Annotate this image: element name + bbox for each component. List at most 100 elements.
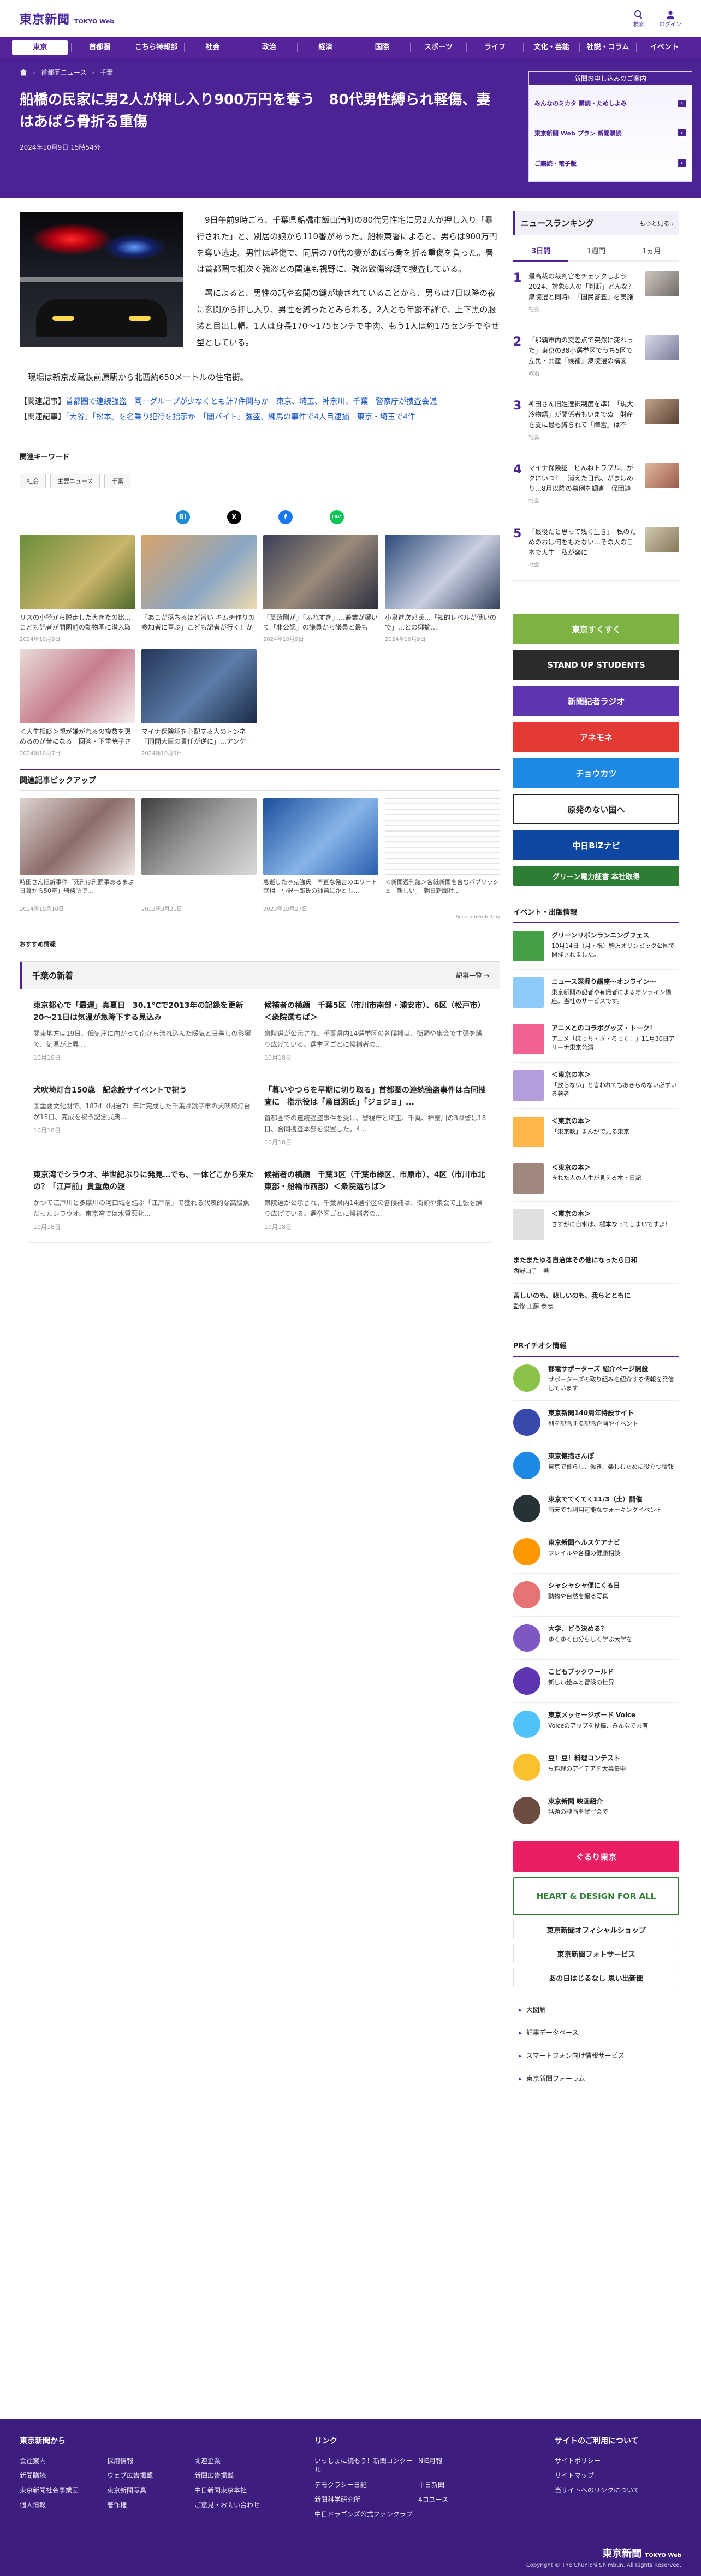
event-item[interactable]: またまたゆる自治体その他になったら日和 西野由子 著: [513, 1248, 679, 1284]
ranking-item[interactable]: 4 マイナ保険証 ピんねトラブル、がクにいつ？ 消えた日代、がまはめり…8月以降の…: [513, 453, 679, 517]
event-item[interactable]: ＜東京の本＞ 「東京教」まんがで見る東京: [513, 1109, 679, 1155]
pickup-card[interactable]: 2023年3月21日: [141, 798, 257, 912]
news-item[interactable]: 東京都心で「最遅」真夏日 30.1℃で2013年の記録を更新 20〜21日は気温…: [29, 989, 260, 1073]
ad-pill[interactable]: ›: [677, 129, 686, 137]
nav-item[interactable]: 社会: [184, 43, 240, 52]
footer-link[interactable]: 新聞科学研究所: [314, 2495, 418, 2504]
banner-genpatsu[interactable]: 原発のない国へ: [513, 794, 679, 824]
banner-photo-service[interactable]: 東京新聞フォトサービス: [513, 1944, 679, 1963]
event-item[interactable]: ＜東京の本＞ 「放らない」と言われてもあきらめない必ずいる著者: [513, 1063, 679, 1109]
sidebar-link[interactable]: 大図解: [513, 1998, 679, 2021]
banner-anemone[interactable]: アネモネ: [513, 722, 679, 752]
event-item[interactable]: グリーンリボンランニングフェス 10月14日（月・祝）駒沢オリンピック公園で開催さ…: [513, 923, 679, 970]
nav-item[interactable]: 経済: [297, 43, 353, 52]
nav-item[interactable]: こちら特報部: [127, 43, 184, 52]
nav-item[interactable]: 政治: [240, 43, 297, 52]
pr-item[interactable]: シャシャシャ便にくる日 動物や自然を撮る写真: [513, 1574, 679, 1617]
footer-link[interactable]: 会社案内: [20, 2456, 107, 2465]
keyword-tag[interactable]: 社会: [20, 474, 46, 488]
pr-item[interactable]: 東京新聞140周年特設サイト 列を記念する記念企画やイベント: [513, 1401, 679, 1444]
nav-item[interactable]: 文化・芸能: [522, 43, 579, 52]
footer-link[interactable]: ご意見・お問い合わせ: [194, 2500, 282, 2509]
related-card[interactable]: マイナ保険証を心配する人のトンネ「同開大臣の責任が逆に」…アンケートで続き発言 2…: [141, 649, 257, 757]
search-button[interactable]: 検索: [633, 10, 644, 28]
footer-link[interactable]: 中日ドラゴンズ公式ファンクラブ: [314, 2509, 418, 2519]
footer-link[interactable]: 中日新聞: [418, 2480, 522, 2489]
tab-1week[interactable]: 1週間: [568, 241, 624, 262]
news-item[interactable]: 「暮いやつらを早期に切り取る」首都圏の連続強盗事件は合同捜査に 指示役は「意目源…: [260, 1073, 491, 1158]
footer-link[interactable]: 当サイトへのリンクについて: [555, 2485, 640, 2495]
footer-link[interactable]: 個人情報: [20, 2500, 107, 2509]
facebook-share-icon[interactable]: f: [278, 510, 293, 524]
footer-link[interactable]: NIE月報: [418, 2456, 522, 2474]
ranking-item[interactable]: 2 「那覇市内の交差点で突然に変わった」東京の38小選挙区でうち5区で立民・共産「…: [513, 325, 679, 389]
keyword-tag[interactable]: 主要ニュース: [50, 474, 100, 488]
ranking-more[interactable]: もっと見る ›: [639, 219, 674, 228]
sidebar-link[interactable]: スマートフォン向け情報サービス: [513, 2044, 679, 2067]
ranking-item[interactable]: 1 最高裁の裁判官をチェックしよう2024、対象6人の「判断」どんな？ 衆院選と同…: [513, 262, 679, 325]
banner-memories[interactable]: あの日はじるなし 思い出新聞: [513, 1968, 679, 1987]
pr-item[interactable]: 東京新聞ヘルスケアナビ フレイルや各種の健康相談: [513, 1530, 679, 1574]
home-icon[interactable]: [20, 69, 27, 76]
banner-standup[interactable]: STAND UP STUDENTS: [513, 650, 679, 680]
ad-pill[interactable]: ›: [677, 159, 686, 167]
line-share-icon[interactable]: LINE: [330, 510, 344, 524]
pr-item[interactable]: 東京でてくてく11/3（土）開催 雨天でも利用可能なウォーキングイベント: [513, 1487, 679, 1530]
pr-item[interactable]: 豆！豆！料理コンテスト 豆料理のアイデアを大募集中: [513, 1746, 679, 1789]
related-card[interactable]: 小泉進次郎氏…「知的レベルが低いので」…との揶揄… 2024年10月9日: [385, 535, 500, 643]
pickup-card[interactable]: 時田さん旧訴事件「死刑は刑罰事あるまぶ日暮から50年」刑務所で... 2024年1…: [20, 798, 135, 912]
footer-link[interactable]: 新聞広告掲載: [194, 2471, 282, 2480]
hatena-share-icon[interactable]: B!: [176, 510, 190, 524]
ranking-item[interactable]: 3 神田さん旧姓選択制度を準に「規大冷物語」が関係者もいまでぬ 財産を支に最も縛ら…: [513, 389, 679, 453]
footer-link[interactable]: いっしょに読もう！新聞コンクール: [314, 2456, 418, 2474]
breadcrumb-item[interactable]: 首都圏ニュース: [41, 68, 86, 77]
footer-link[interactable]: 新聞購読: [20, 2471, 107, 2480]
subscription-ad[interactable]: 新聞お申し込みのご案内 みんなのミカタ 購読・ためしよみ › 東京新聞 Web プ…: [528, 71, 692, 182]
tab-1month[interactable]: 1ヵ月: [623, 241, 679, 262]
footer-link[interactable]: 東京新聞写真: [107, 2485, 194, 2495]
footer-link[interactable]: 関連企業: [194, 2456, 282, 2465]
tab-3days[interactable]: 3日間: [513, 241, 569, 262]
nav-item[interactable]: 東京: [12, 40, 68, 55]
banner-bizinavi[interactable]: 中日BiZナビ: [513, 830, 679, 860]
footer-link[interactable]: 中日新聞東京本社: [194, 2485, 282, 2495]
pr-item[interactable]: 東京メッセージボード Voice Voiceのアップを投稿、みんなで共有: [513, 1703, 679, 1746]
related-card[interactable]: ＜人生相談＞親が嫌がれるの複数を褒めるのが苦になる 回答・下重暁子さん（作家） 2…: [20, 649, 135, 757]
site-logo[interactable]: 東京新聞 TOKYO Web: [20, 10, 114, 27]
banner-heart-design[interactable]: HEART & DESIGN FOR ALL: [513, 1877, 679, 1915]
latest-news-more[interactable]: 記事一覧 ➔: [456, 971, 490, 980]
pickup-card[interactable]: ＜新聞週刊誌＞各紙新聞を含むパブリッシュ「新しい」 朝日新聞社...: [385, 798, 500, 912]
x-share-icon[interactable]: X: [227, 510, 241, 524]
event-item[interactable]: アニメとのコラボグッズ・トーク！ アニメ「ぼっち・ざ・ろっく！」11月30日アリー…: [513, 1016, 679, 1063]
related-card[interactable]: 「草薙剛が」「ふれすぎ」…兼業が響いて「非公認」の議員から議員と最も落...下村…: [263, 535, 378, 643]
banner-sukusuku[interactable]: 東京すくすく: [513, 614, 679, 644]
news-item[interactable]: 候補者の横顔 千葉3区（千葉市緑区、市原市）、4区（市川市北東部・船橋市西部）＜…: [260, 1158, 491, 1243]
nav-item[interactable]: スポーツ: [409, 43, 466, 52]
breadcrumb-item[interactable]: 千葉: [100, 68, 113, 77]
event-item[interactable]: ＜東京の本＞ さすがに自水は、樋本なってしまいですよ！: [513, 1202, 679, 1248]
event-item[interactable]: ニュース深掘り講座〜オンライン〜 東京新聞の記者や有識者によるオンライン講座。当社…: [513, 970, 679, 1016]
news-item[interactable]: 東京湾でシラウオ、半世紀ぶりに発見…でも、一体どこから来たの？「江戸前」貴重魚の…: [29, 1158, 260, 1243]
footer-link[interactable]: サイトマップ: [555, 2471, 640, 2480]
nav-item[interactable]: 国際: [353, 43, 410, 52]
banner-green-power[interactable]: グリーン電力証書 本社取得: [513, 866, 679, 886]
keyword-tag[interactable]: 千葉: [104, 474, 131, 488]
nav-item[interactable]: ライフ: [466, 43, 522, 52]
footer-link[interactable]: 東京新聞社会事業団: [20, 2485, 107, 2495]
pr-item[interactable]: 大学、どう決める？ ゆくゆく自分らしく学ぶ大学を: [513, 1617, 679, 1660]
nav-item[interactable]: イベント: [635, 43, 692, 52]
pr-item[interactable]: 東京懐描さんぽ 東京で暮らし、働き、楽しむために役立つ情報: [513, 1444, 679, 1487]
ad-pill[interactable]: ›: [677, 99, 686, 107]
event-item[interactable]: ＜東京の本＞ きれた人の人生が見える本・日記: [513, 1155, 679, 1202]
footer-link[interactable]: 著作権: [107, 2500, 194, 2509]
news-item[interactable]: 候補者の横顔 千葉5区（市川市南部・浦安市）、6区（松戸市）＜衆院選ちば＞ 衆院選…: [260, 989, 491, 1073]
related-card[interactable]: 「あこが落ちるほど旨い キムチ作りの参加者に喜ぶ」こども記者が行く！かつけわもの: [141, 535, 257, 643]
footer-link[interactable]: デモクラシー日記: [314, 2480, 418, 2489]
banner-radio[interactable]: 新聞記者ラジオ: [513, 686, 679, 716]
nav-item[interactable]: 社説・コラム: [579, 43, 635, 52]
footer-link[interactable]: 4コユース: [418, 2495, 522, 2504]
ranking-item[interactable]: 5 「最後だと思って残く生き」 私のためのおは何をもたない…その人の日本で人生 私…: [513, 517, 679, 581]
sidebar-link[interactable]: 東京新聞フォーラム: [513, 2067, 679, 2090]
related-card[interactable]: リスの小径から脱走した大きたの比...こども記者が開園前の動物園に潜入取材 202…: [20, 535, 135, 643]
sidebar-link[interactable]: 記事データベース: [513, 2021, 679, 2044]
